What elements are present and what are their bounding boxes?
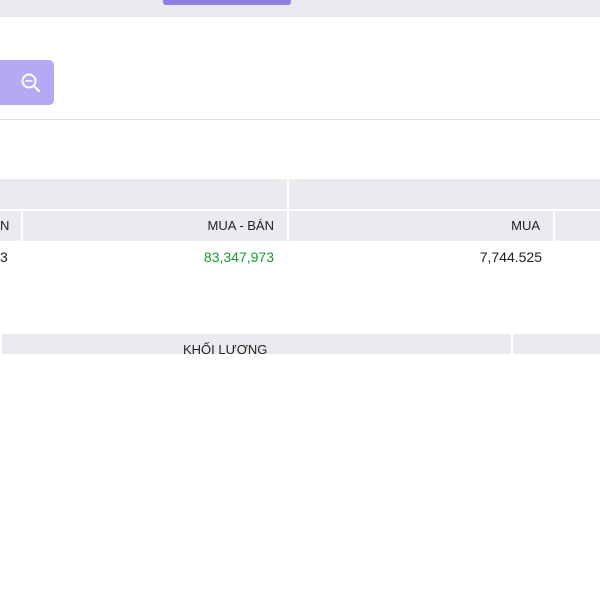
toolbar-divider [0, 119, 600, 120]
active-tab-indicator[interactable] [163, 0, 291, 5]
column-separator [0, 334, 2, 354]
column-separator [21, 211, 23, 241]
cell-partial: 3 [0, 249, 8, 265]
column-header-volume: KHỐI LƯỢNG [183, 342, 268, 354]
column-separator [511, 334, 513, 354]
tab-strip [0, 0, 600, 17]
summary-table-header-row: N MUA - BÁN MUA [0, 211, 600, 241]
cell-buy: 7,744.525 [479, 249, 542, 265]
column-separator [553, 211, 555, 241]
cell-buy-sell: 83,347,973 [203, 249, 274, 265]
column-header-partial: N [0, 218, 10, 233]
column-header-buy: MUA [511, 218, 540, 233]
summary-table-group-header [0, 179, 600, 209]
volume-table-header-row: KHỐI LƯỢNG [0, 334, 600, 354]
column-separator [287, 211, 289, 241]
zoom-search-icon [20, 72, 42, 94]
empty-area [0, 354, 600, 600]
search-button[interactable] [0, 60, 54, 105]
column-separator [287, 179, 289, 209]
page: N MUA - BÁN MUA 3 83,347,973 7,744.525 K… [0, 0, 600, 600]
column-header-buy-sell: MUA - BÁN [207, 218, 274, 233]
